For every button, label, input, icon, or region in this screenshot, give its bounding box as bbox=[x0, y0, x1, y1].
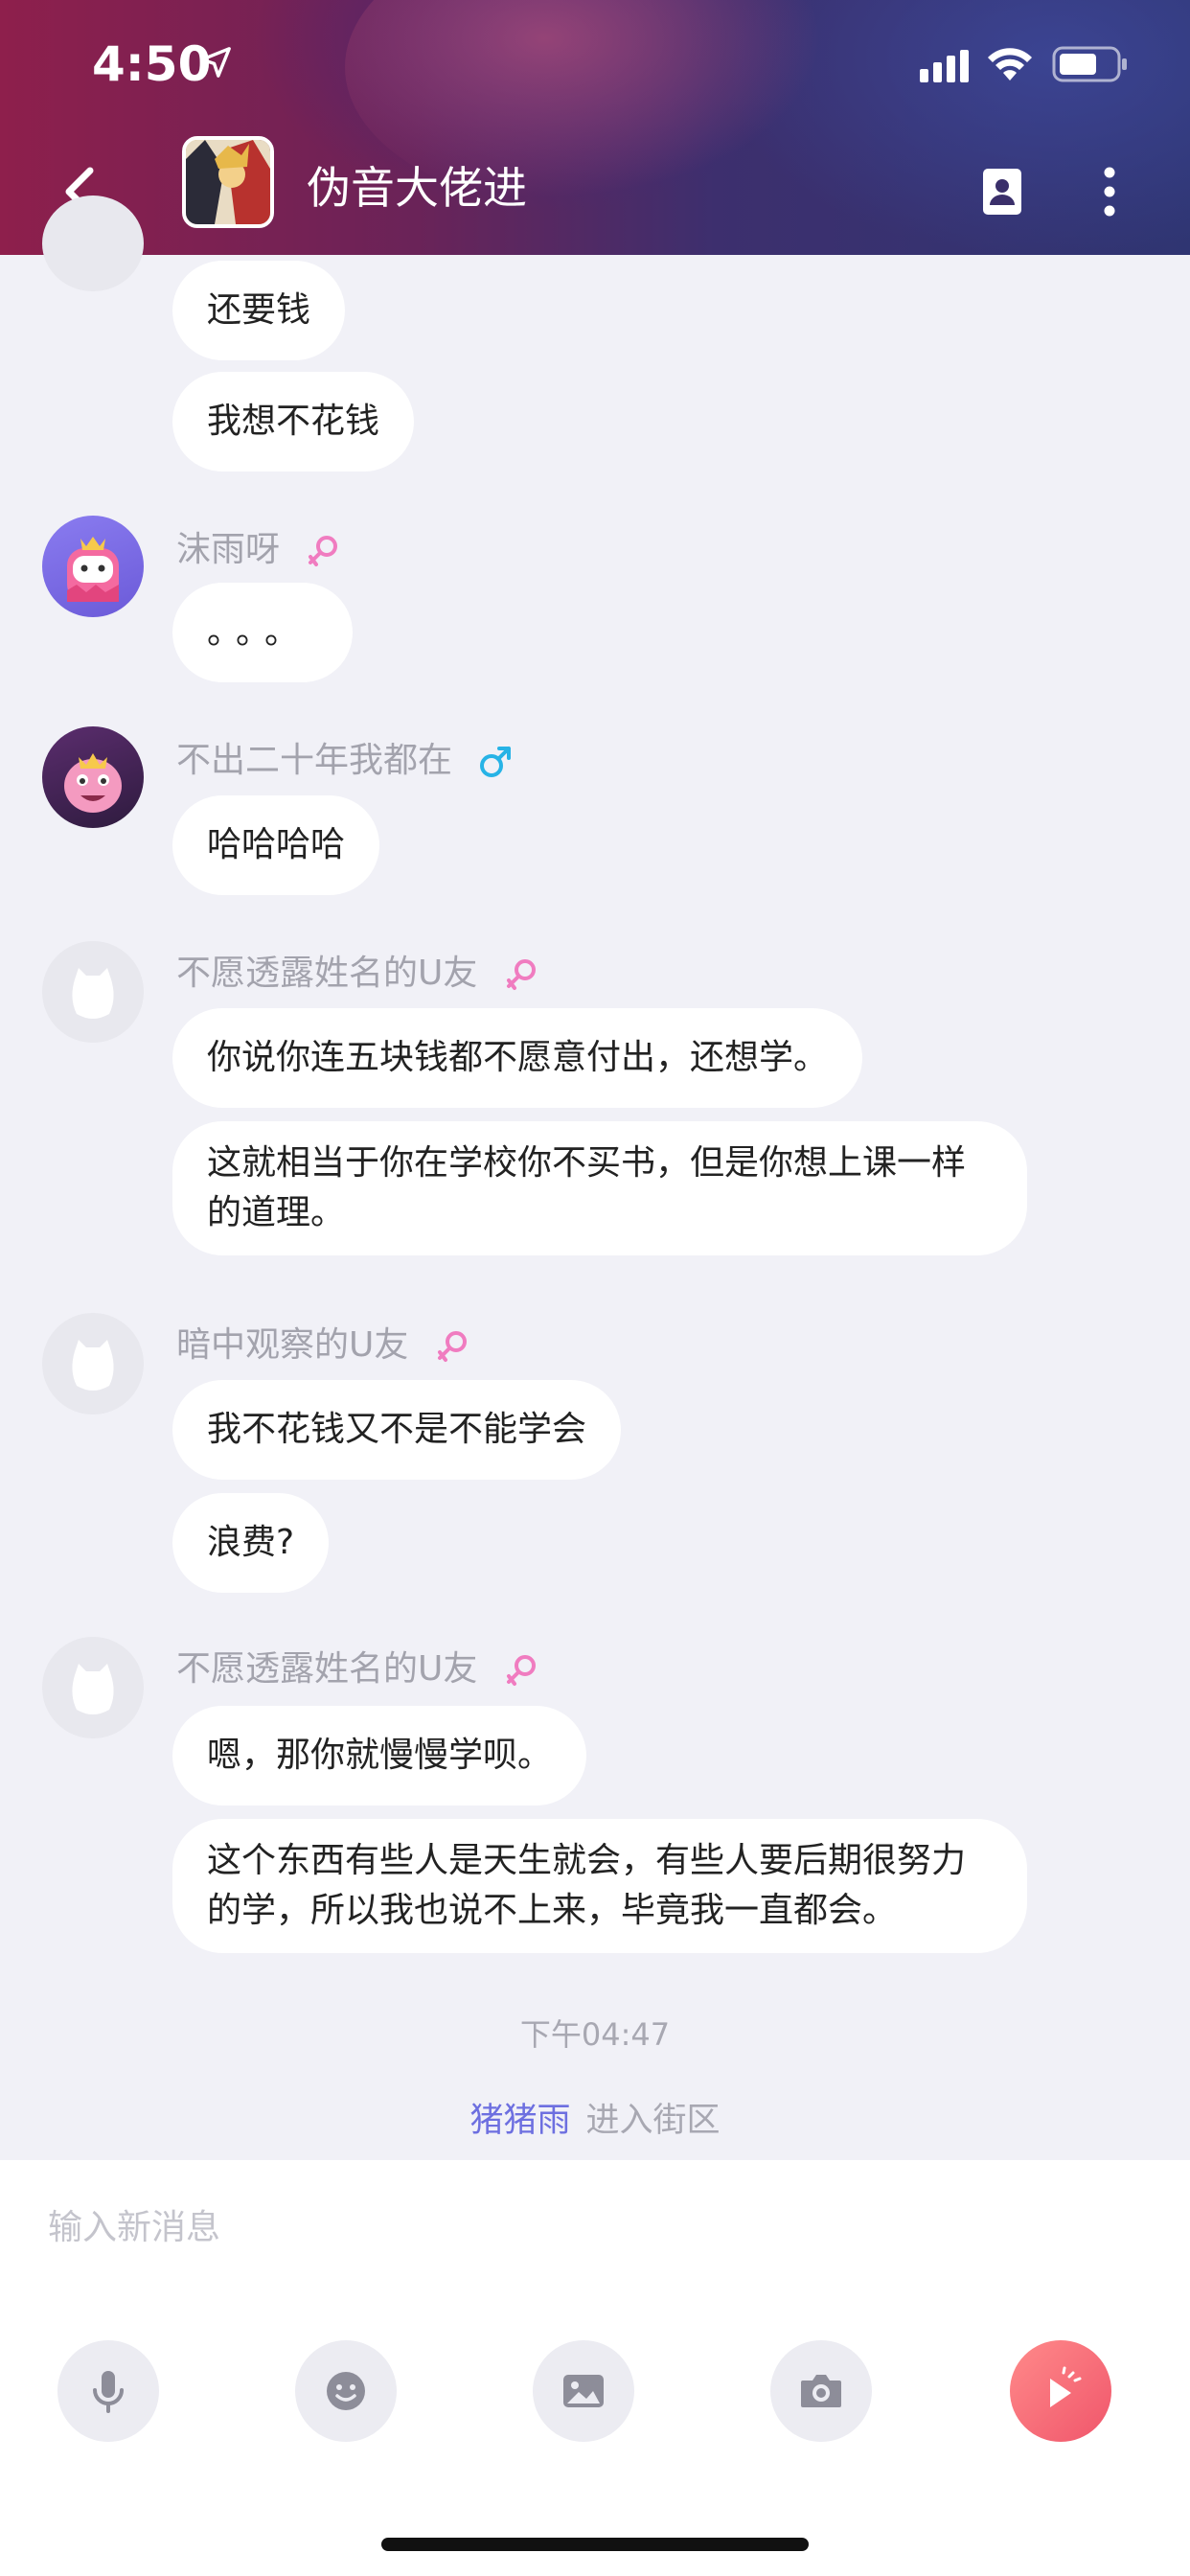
image-icon bbox=[563, 2375, 604, 2407]
message-bubble[interactable]: 我想不花钱 bbox=[172, 372, 415, 472]
camera-icon bbox=[801, 2375, 841, 2407]
message-bubble[interactable]: 这个东西有些人是天生就会，有些人要后期很努力的学，所以我也说不上来，毕竟我一直都… bbox=[172, 1819, 1027, 1953]
message-composer bbox=[0, 2160, 1190, 2576]
send-icon bbox=[1050, 2366, 1082, 2407]
group-avatar[interactable] bbox=[182, 136, 274, 228]
user-avatar[interactable] bbox=[42, 516, 144, 617]
members-list-icon[interactable] bbox=[981, 167, 1023, 217]
system-notice: 猪猪雨 进入街区 bbox=[0, 2093, 1190, 2142]
sender-name-text: 沫雨呀 bbox=[176, 530, 281, 569]
system-notice-text: 进入街区 bbox=[585, 2102, 721, 2140]
user-avatar[interactable] bbox=[42, 1637, 144, 1738]
female-gender-icon bbox=[506, 1655, 536, 1686]
message-bubble[interactable]: 哈哈哈哈 bbox=[172, 795, 380, 895]
sender-name: 不出二十年我都在 bbox=[176, 732, 515, 782]
emoji-icon bbox=[327, 2372, 365, 2410]
chat-title: 伪音大佬进 bbox=[307, 162, 527, 214]
default-avatar-icon bbox=[72, 1340, 114, 1391]
status-time: 4:50 bbox=[92, 36, 212, 92]
system-notice-user[interactable]: 猪猪雨 bbox=[469, 2102, 570, 2140]
message-timestamp: 下午04:47 bbox=[519, 2016, 671, 2053]
female-gender-icon bbox=[437, 1331, 467, 1362]
male-gender-icon bbox=[480, 747, 512, 777]
user-avatar[interactable] bbox=[42, 1313, 144, 1414]
image-button[interactable] bbox=[533, 2340, 634, 2442]
microphone-icon bbox=[93, 2371, 124, 2413]
user-avatar[interactable] bbox=[42, 726, 144, 828]
message-bubble[interactable]: 还要钱 bbox=[172, 261, 346, 360]
avatar-cartoon bbox=[64, 753, 122, 813]
default-avatar-icon bbox=[72, 1664, 114, 1714]
sender-name: 暗中观察的U友 bbox=[176, 1317, 471, 1367]
group-avatar-image bbox=[186, 140, 270, 224]
sender-name: 不愿透露姓名的U友 bbox=[176, 945, 540, 995]
default-avatar-icon bbox=[72, 968, 114, 1019]
camera-button[interactable] bbox=[770, 2340, 872, 2442]
cellular-signal-icon bbox=[920, 50, 969, 82]
message-bubble[interactable]: 浪费? bbox=[172, 1493, 330, 1593]
message-bubble[interactable]: 。。。 bbox=[172, 583, 353, 682]
user-avatar[interactable] bbox=[42, 196, 144, 291]
message-bubble[interactable]: 你说你连五块钱都不愿意付出，还想学。 bbox=[172, 1008, 863, 1108]
sender-name-text: 暗中观察的U友 bbox=[176, 1325, 409, 1365]
sender-name-text: 不出二十年我都在 bbox=[176, 741, 453, 780]
send-button[interactable] bbox=[1010, 2340, 1111, 2442]
chat-header: 4:50 伪音大佬进 bbox=[0, 0, 1190, 255]
sender-name: 沫雨呀 bbox=[176, 521, 342, 571]
location-arrow-icon bbox=[200, 47, 231, 78]
sender-name: 不愿透露姓名的U友 bbox=[176, 1641, 540, 1690]
sender-name-text: 不愿透露姓名的U友 bbox=[176, 1649, 478, 1689]
wifi-icon bbox=[988, 48, 1032, 80]
message-bubble[interactable]: 这就相当于你在学校你不买书，但是你想上课一样的道理。 bbox=[172, 1121, 1027, 1255]
sender-name-text: 不愿透露姓名的U友 bbox=[176, 954, 478, 993]
home-indicator bbox=[381, 2538, 809, 2551]
avatar-cartoon bbox=[67, 537, 119, 602]
voice-button[interactable] bbox=[57, 2340, 159, 2442]
user-avatar[interactable] bbox=[42, 941, 144, 1043]
more-options-icon[interactable] bbox=[1100, 165, 1119, 218]
battery-icon bbox=[1052, 46, 1127, 82]
emoji-button[interactable] bbox=[295, 2340, 397, 2442]
female-gender-icon bbox=[309, 536, 338, 566]
message-input[interactable] bbox=[46, 2193, 1142, 2262]
female-gender-icon bbox=[506, 959, 536, 990]
message-bubble[interactable]: 嗯，那你就慢慢学呗。 bbox=[172, 1706, 587, 1806]
message-bubble[interactable]: 我不花钱又不是不能学会 bbox=[172, 1380, 622, 1480]
